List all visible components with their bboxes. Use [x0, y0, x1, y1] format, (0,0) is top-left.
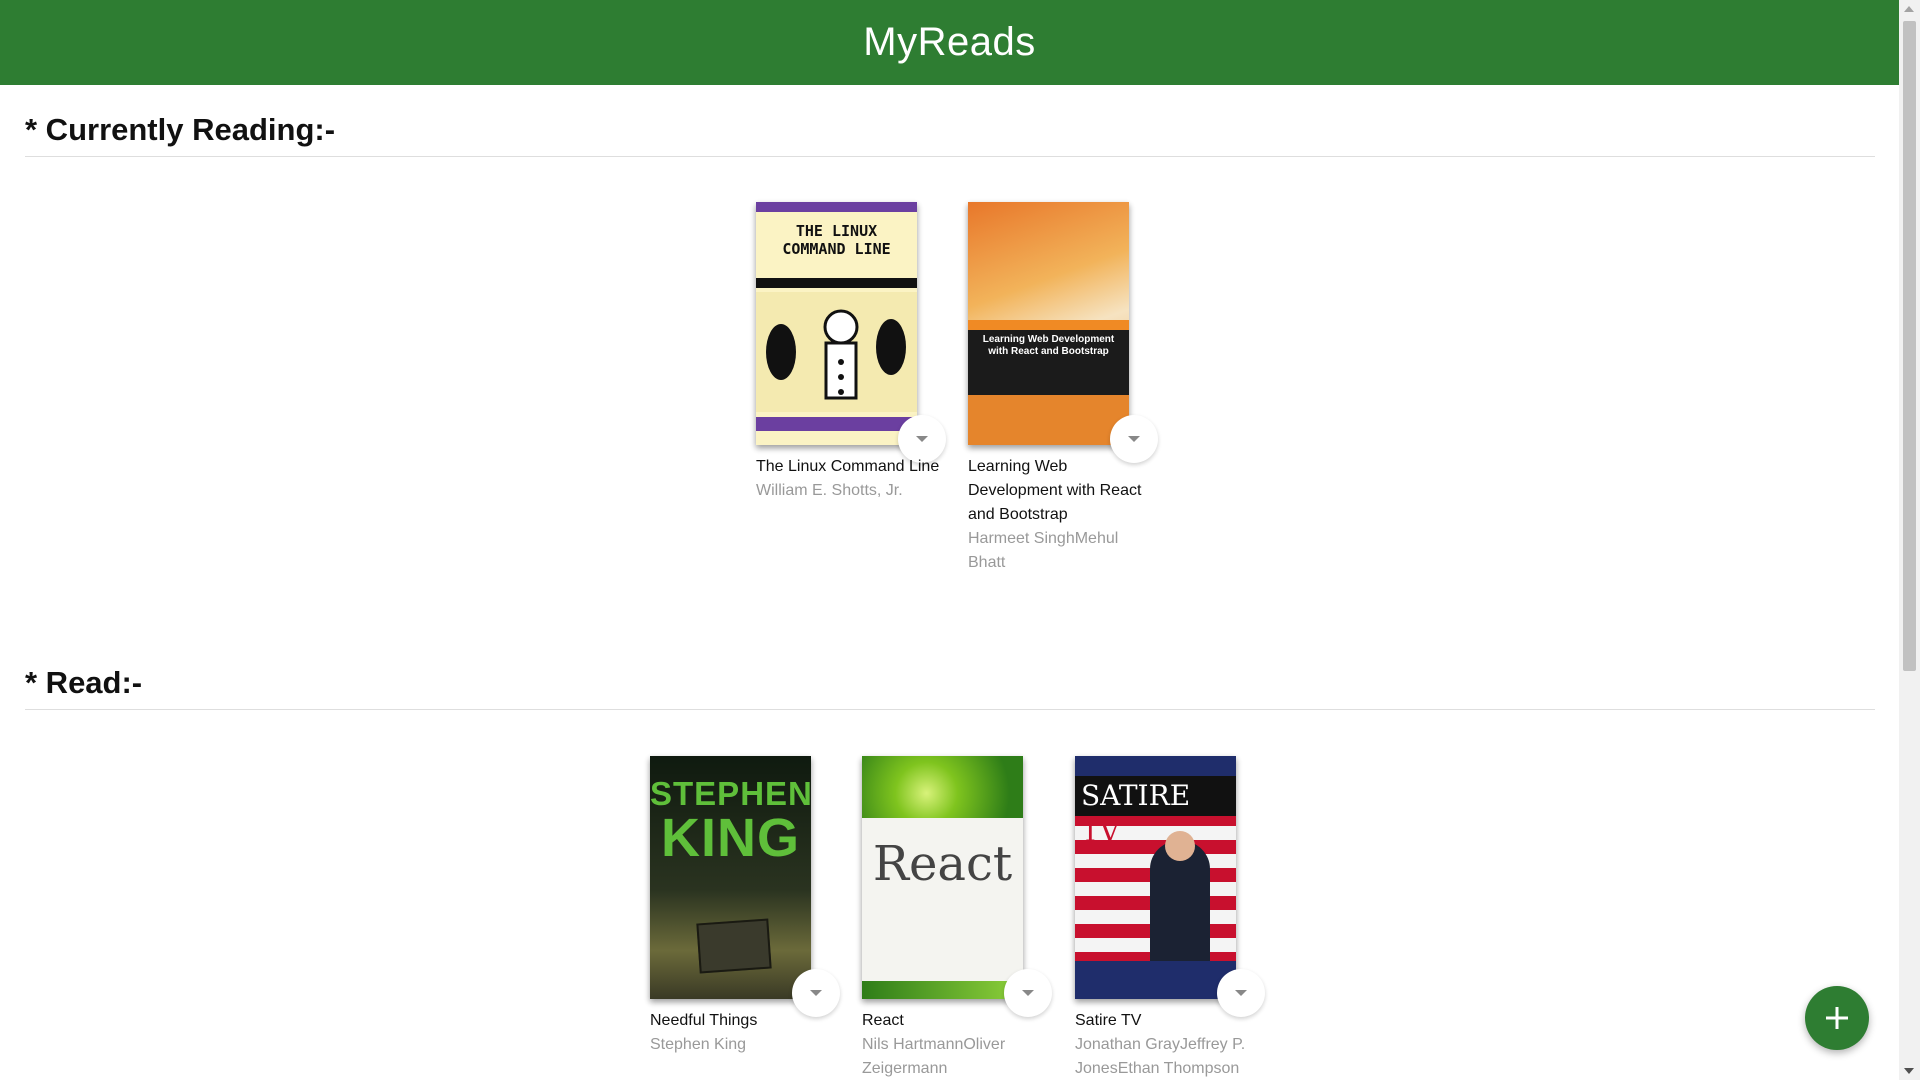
book-cover[interactable]: SATIRE TV — [1075, 756, 1236, 999]
add-book-button[interactable] — [1805, 986, 1869, 1050]
cover-text: STEPHEN — [650, 775, 811, 812]
book-title: Needful Things — [650, 1012, 758, 1029]
scroll-up-arrow-icon[interactable] — [1904, 6, 1914, 12]
cover-text: TV — [1081, 815, 1120, 848]
book-title: Satire TV — [1075, 1012, 1142, 1029]
book-cover[interactable]: THE LINUX COMMAND LINE — [756, 202, 917, 445]
shelf-title-currently-reading: * Currently Reading:- — [25, 112, 1875, 157]
book-authors: Harmeet SinghMehul Bhatt — [968, 530, 1119, 571]
book-cover[interactable]: React — [862, 756, 1023, 999]
cover-text: with React and Bootstrap — [988, 346, 1109, 357]
book-info: Needful Things Stephen King — [650, 1009, 835, 1057]
chevron-down-icon — [1022, 990, 1034, 996]
app-header: MyReads — [0, 0, 1899, 85]
cover-text: THE LINUX — [795, 222, 878, 240]
cover-text: Learning Web Development — [982, 334, 1115, 345]
book-title: React — [862, 1012, 904, 1029]
chevron-down-icon — [1235, 990, 1247, 996]
book-authors: Stephen King — [650, 1036, 747, 1053]
cover-text: React — [872, 836, 1013, 892]
book-title: The Linux Command Line — [756, 458, 940, 475]
book-authors: William E. Shotts, Jr. — [756, 482, 903, 499]
cover-text: COMMAND LINE — [782, 240, 891, 258]
chevron-down-icon — [1128, 436, 1140, 442]
book-info: The Linux Command Line William E. Shotts… — [756, 455, 941, 503]
book-info: Satire TV Jonathan GrayJeffrey P. JonesE… — [1075, 1009, 1260, 1080]
book-cover[interactable]: STEPHEN KING — [650, 756, 811, 999]
book-info: React Nils HartmannOliver Zeigermann — [862, 1009, 1047, 1080]
vertical-scrollbar[interactable] — [1899, 0, 1920, 1080]
cover-text: KING — [661, 808, 800, 868]
cover-text: SATIRE — [1081, 779, 1191, 812]
book-authors: Jonathan GrayJeffrey P. JonesEthan Thomp… — [1075, 1036, 1246, 1077]
book-info: Learning Web Development with React and … — [968, 455, 1153, 575]
book-title: Learning Web Development with React and … — [968, 458, 1142, 523]
app-title: MyReads — [863, 20, 1036, 64]
chevron-down-icon — [916, 436, 928, 442]
book-authors: Nils HartmannOliver Zeigermann — [862, 1036, 1006, 1077]
scroll-down-arrow-icon[interactable] — [1904, 1068, 1914, 1074]
plus-icon — [1826, 1007, 1848, 1029]
book-cover[interactable]: Learning Web Development with React and … — [968, 202, 1129, 445]
shelf-title-read: * Read:- — [25, 665, 1875, 710]
chevron-down-icon — [810, 990, 822, 996]
scrollbar-thumb[interactable] — [1903, 21, 1916, 671]
